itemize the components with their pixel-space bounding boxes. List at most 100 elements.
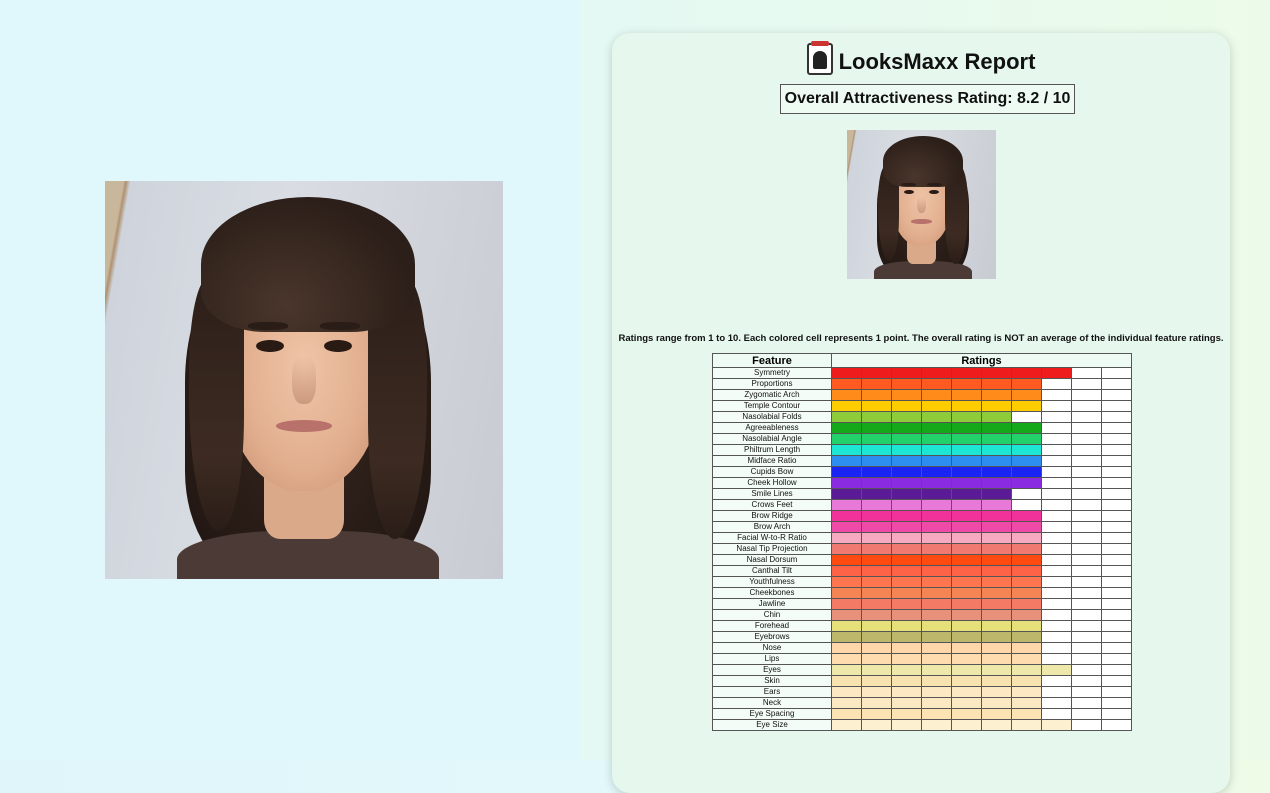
rating-cell-filled [951,543,982,555]
rating-cell-filled [951,411,982,423]
rating-cell-filled [831,543,862,555]
feature-row: Eye Spacing [712,708,1132,720]
rating-cell-filled [861,444,892,456]
rating-cell-empty [1101,499,1132,511]
rating-cell-filled [861,411,892,423]
rating-cell-filled [1011,664,1042,676]
feature-row: Nasal Tip Projection [712,543,1132,555]
rating-cell-filled [861,532,892,544]
rating-cell-empty [1071,719,1102,731]
report-icon [806,41,833,75]
rating-cell-filled [921,620,952,632]
rating-cell-filled [861,521,892,533]
rating-cell-filled [891,400,922,412]
feature-name: Youthfulness [712,576,832,588]
rating-cell-filled [921,510,952,522]
rating-cell-filled [921,532,952,544]
rating-cell-empty [1041,642,1072,654]
rating-cell-empty [1041,433,1072,445]
rating-cell-filled [891,653,922,665]
rating-cell-empty [1071,378,1102,390]
rating-cell-empty [1101,477,1132,489]
rating-cell-empty [1101,466,1132,478]
feature-name: Eyebrows [712,631,832,643]
rating-cell-filled [981,697,1012,709]
rating-cell-filled [1011,444,1042,456]
feature-name: Facial W-to-R Ratio [712,532,832,544]
rating-cell-filled [981,477,1012,489]
rating-cell-filled [1011,554,1042,566]
rating-cell-filled [861,378,892,390]
rating-cell-empty [1071,367,1102,379]
rating-cell-filled [921,653,952,665]
rating-cell-filled [861,543,892,555]
rating-cell-filled [951,455,982,467]
rating-cell-filled [981,675,1012,687]
rating-cell-filled [981,554,1012,566]
rating-cell-empty [1041,499,1072,511]
rating-cell-filled [1011,631,1042,643]
feature-name: Ears [712,686,832,698]
rating-cell-filled [981,576,1012,588]
rating-cell-filled [951,466,982,478]
feature-row: Skin [712,675,1132,687]
rating-cell-filled [891,444,922,456]
rating-cell-filled [951,488,982,500]
rating-cell-empty [1071,664,1102,676]
rating-cell-empty [1101,664,1132,676]
rating-cell-filled [831,521,862,533]
rating-cell-empty [1071,477,1102,489]
rating-cell-empty [1071,488,1102,500]
feature-row: Cupids Bow [712,466,1132,478]
rating-cell-empty [1041,422,1072,434]
rating-cell-filled [1011,466,1042,478]
rating-cell-filled [891,510,922,522]
rating-cell-empty [1101,587,1132,599]
rating-cell-filled [861,686,892,698]
feature-name: Midface Ratio [712,455,832,467]
rating-cell-empty [1101,642,1132,654]
rating-cell-filled [1011,719,1042,731]
rating-cell-empty [1071,609,1102,621]
rating-cell-empty [1071,565,1102,577]
rating-cell-filled [831,477,862,489]
rating-cell-filled [951,565,982,577]
rating-cell-filled [981,653,1012,665]
rating-cell-empty [1101,532,1132,544]
rating-cell-empty [1071,532,1102,544]
feature-row: Nasolabial Angle [712,433,1132,445]
feature-name: Nose [712,642,832,654]
rating-cell-empty [1041,576,1072,588]
rating-cell-filled [861,576,892,588]
feature-name: Eyes [712,664,832,676]
rating-cell-filled [861,389,892,401]
rating-cell-filled [861,587,892,599]
rating-cell-filled [1011,598,1042,610]
rating-cell-filled [891,488,922,500]
rating-cell-empty [1101,488,1132,500]
feature-row: Youthfulness [712,576,1132,588]
rating-cell-filled [981,565,1012,577]
rating-cell-filled [831,510,862,522]
feature-row: Eyes [712,664,1132,676]
rating-cell-filled [981,455,1012,467]
rating-cell-filled [951,444,982,456]
rating-cell-filled [891,367,922,379]
rating-cell-empty [1041,631,1072,643]
rating-cell-filled [861,664,892,676]
rating-cell-empty [1101,686,1132,698]
feature-row: Symmetry [712,367,1132,379]
feature-name: Temple Contour [712,400,832,412]
rating-cell-empty [1041,609,1072,621]
rating-cell-empty [1071,499,1102,511]
rating-cell-empty [1071,455,1102,467]
rating-cell-filled [1011,400,1042,412]
rating-cell-filled [831,433,862,445]
rating-cell-filled [1011,675,1042,687]
rating-cell-filled [981,609,1012,621]
rating-cell-filled [891,411,922,423]
rating-cell-filled [981,642,1012,654]
rating-cell-filled [1011,367,1042,379]
rating-cell-filled [891,455,922,467]
rating-cell-empty [1071,510,1102,522]
